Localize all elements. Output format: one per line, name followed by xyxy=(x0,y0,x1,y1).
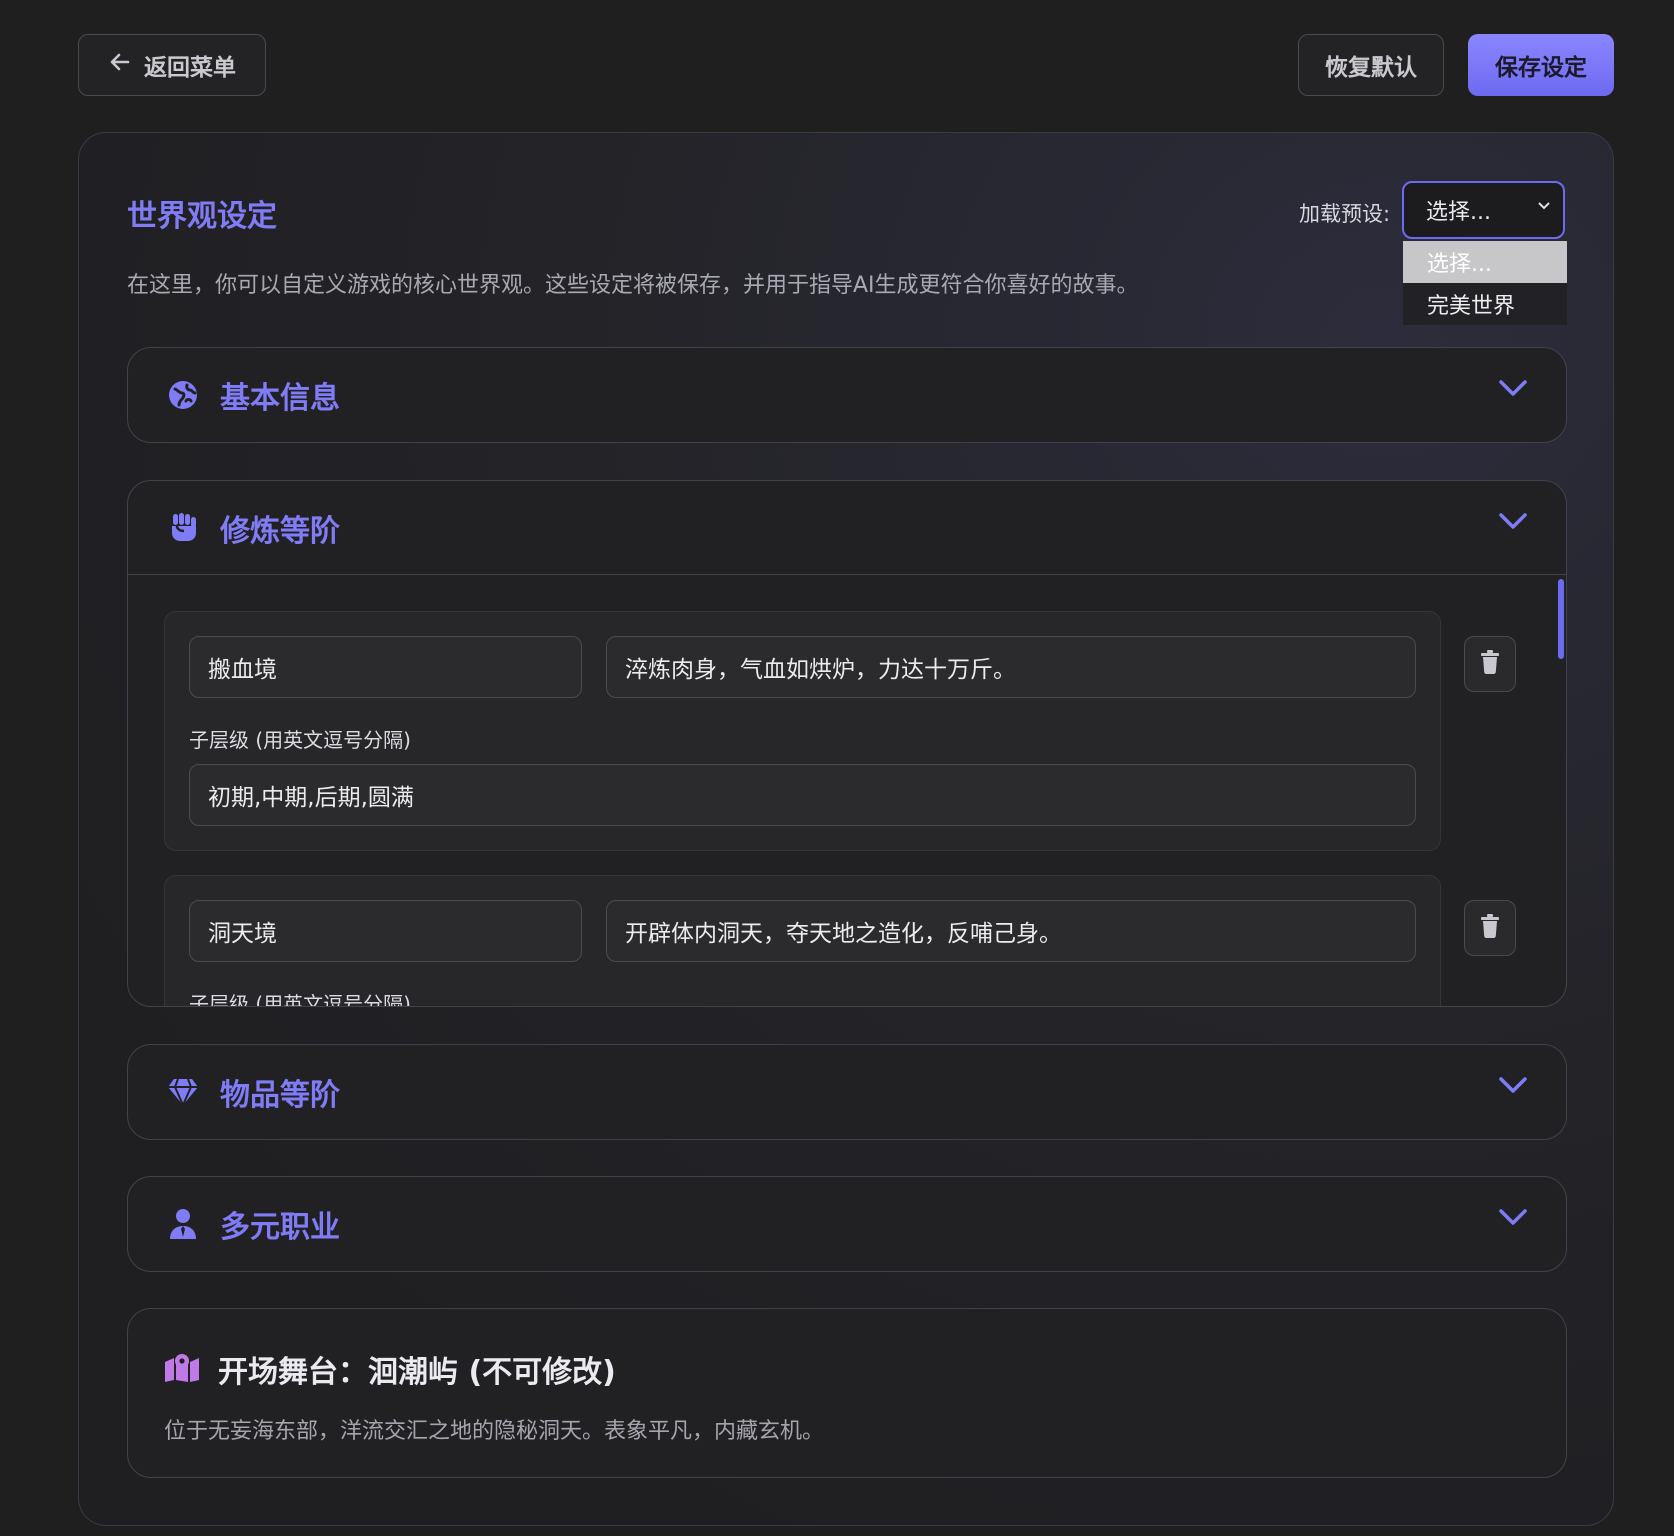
preset-selected-value: 选择... xyxy=(1426,200,1491,225)
tier-desc-input[interactable]: 开辟体内洞天，夺天地之造化，反哺己身。 xyxy=(606,900,1416,962)
section-item-grades: 物品等阶 xyxy=(127,1044,1567,1140)
scrollbar[interactable] xyxy=(1558,579,1564,659)
page-description: 在这里，你可以自定义游戏的核心世界观。这些设定将被保存，并用于指导AI生成更符合… xyxy=(127,273,1139,298)
map-location-icon xyxy=(164,1352,200,1386)
chevron-down-icon[interactable] xyxy=(1498,1075,1528,1099)
section-cultivation-header[interactable]: 修炼等阶 xyxy=(128,481,1566,575)
delete-tier-button[interactable] xyxy=(1464,900,1516,956)
stage-description: 位于无妄海东部，洋流交汇之地的隐秘洞天。表象平凡，内藏玄机。 xyxy=(164,1419,825,1444)
section-professions: 多元职业 xyxy=(127,1176,1567,1272)
preset-dropdown: 选择... 完美世界 xyxy=(1403,241,1567,325)
tier-card: 搬血境 淬炼肉身，气血如烘炉，力达十万斤。 子层级 (用英文逗号分隔) 初期,中… xyxy=(164,611,1441,851)
delete-tier-button[interactable] xyxy=(1464,636,1516,692)
section-title: 基本信息 xyxy=(220,381,340,416)
section-basic-info: 基本信息 xyxy=(127,347,1567,443)
user-tie-icon xyxy=(166,1207,200,1241)
restore-defaults-button[interactable]: 恢复默认 xyxy=(1298,34,1444,96)
section-cultivation: 修炼等阶 搬血境 淬炼肉身，气血如烘炉，力达十万斤。 子层级 (用英文逗号分隔)… xyxy=(127,480,1567,1007)
sub-level-label: 子层级 (用英文逗号分隔) xyxy=(189,728,411,752)
sub-level-input[interactable]: 初期,中期,后期,圆满 xyxy=(189,764,1416,826)
section-professions-header[interactable]: 多元职业 xyxy=(128,1177,1566,1271)
chevron-down-icon xyxy=(1537,197,1551,216)
stage-title: 开场舞台：洄潮屿 (不可修改) xyxy=(218,1355,616,1390)
trash-icon xyxy=(1480,650,1500,678)
chevron-down-icon[interactable] xyxy=(1498,378,1528,402)
worldview-panel: 世界观设定 在这里，你可以自定义游戏的核心世界观。这些设定将被保存，并用于指导A… xyxy=(78,132,1614,1526)
tier-card: 洞天境 开辟体内洞天，夺天地之造化，反哺己身。 子层级 (用英文逗号分隔) xyxy=(164,875,1441,1007)
tier-desc-input[interactable]: 淬炼肉身，气血如烘炉，力达十万斤。 xyxy=(606,636,1416,698)
tier-name-input[interactable]: 搬血境 xyxy=(189,636,582,698)
globe-icon xyxy=(166,378,200,412)
fist-icon xyxy=(166,511,200,545)
section-item-grades-header[interactable]: 物品等阶 xyxy=(128,1045,1566,1139)
sub-level-label: 子层级 (用英文逗号分隔) xyxy=(189,992,411,1007)
preset-label: 加载预设: xyxy=(1299,202,1391,226)
page-title: 世界观设定 xyxy=(127,199,277,234)
section-opening-stage: 开场舞台：洄潮屿 (不可修改) 位于无妄海东部，洋流交汇之地的隐秘洞天。表象平凡… xyxy=(127,1308,1567,1478)
back-to-menu-button[interactable]: 返回菜单 xyxy=(78,34,266,96)
gem-icon xyxy=(166,1075,200,1109)
preset-option[interactable]: 完美世界 xyxy=(1403,283,1567,325)
chevron-down-icon[interactable] xyxy=(1498,1207,1528,1231)
preset-select[interactable]: 选择... xyxy=(1402,181,1565,239)
section-basic-info-header[interactable]: 基本信息 xyxy=(128,348,1566,442)
stage-header: 开场舞台：洄潮屿 (不可修改) xyxy=(164,1347,616,1391)
section-title: 多元职业 xyxy=(220,1210,340,1245)
tier-name-input[interactable]: 洞天境 xyxy=(189,900,582,962)
chevron-down-icon[interactable] xyxy=(1498,511,1528,535)
back-to-menu-label: 返回菜单 xyxy=(144,55,236,81)
cultivation-tier-list: 搬血境 淬炼肉身，气血如烘炉，力达十万斤。 子层级 (用英文逗号分隔) 初期,中… xyxy=(128,575,1566,1007)
save-settings-button[interactable]: 保存设定 xyxy=(1468,34,1614,96)
section-title: 物品等阶 xyxy=(220,1078,340,1113)
preset-option[interactable]: 选择... xyxy=(1403,241,1567,283)
section-title: 修炼等阶 xyxy=(220,513,340,549)
trash-icon xyxy=(1480,914,1500,942)
arrow-left-icon xyxy=(108,50,132,81)
